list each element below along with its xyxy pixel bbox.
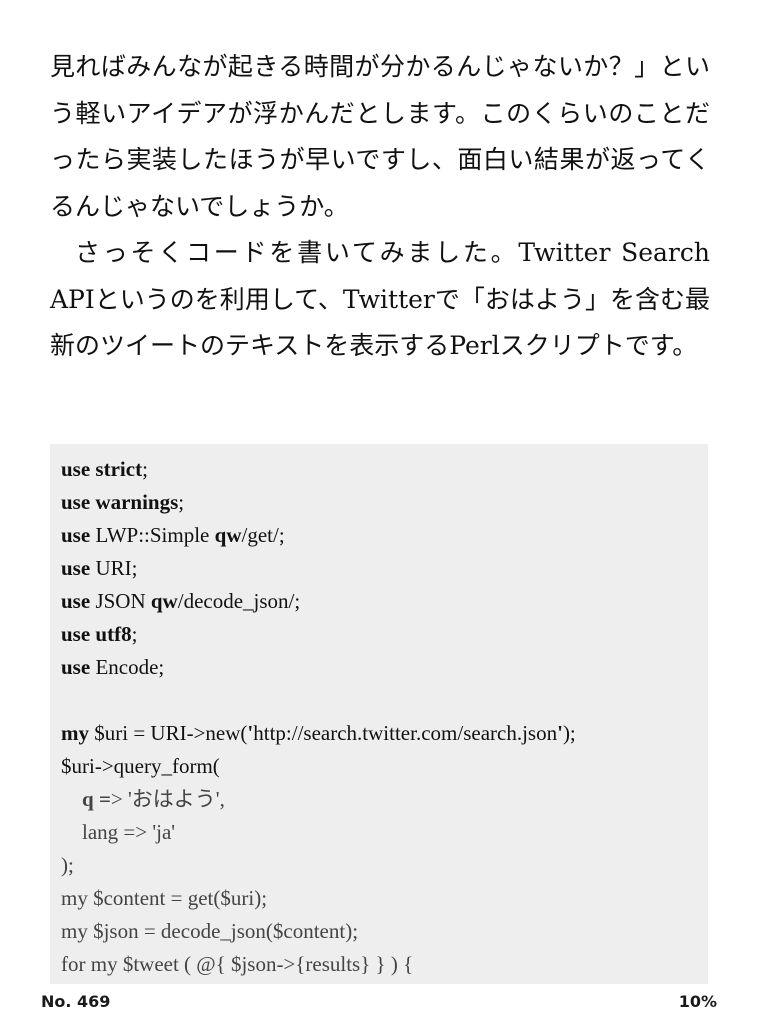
code-text: ); xyxy=(562,721,576,745)
code-text: Encode; xyxy=(90,655,165,679)
code-text: for my $tweet ( @{ $json->{results} } ) … xyxy=(61,952,414,976)
code-line: $uri->query_form( xyxy=(61,750,220,783)
code-line: use utf8; xyxy=(61,618,137,651)
code-text: JSON xyxy=(90,589,151,613)
code-line: use URI; xyxy=(61,552,137,585)
code-line: use LWP::Simple qw/get/; xyxy=(61,519,285,552)
code-line: use JSON qw/decode_json/; xyxy=(61,585,300,618)
code-text: lang => 'ja' xyxy=(61,820,176,844)
code-keyword: = xyxy=(93,787,111,811)
code-keyword: use xyxy=(61,589,91,613)
code-line: ); xyxy=(61,849,74,882)
reading-progress: 10% xyxy=(678,992,717,1011)
code-line: use Encode; xyxy=(61,651,164,684)
code-text: my $json = decode_json($content); xyxy=(61,919,359,943)
code-line: use strict; xyxy=(61,453,148,486)
code-keyword: use utf8 xyxy=(61,622,132,646)
ebook-page[interactable]: 見ればみんなが起きる時間が分かるんじゃないか？」という軽いアイデアが浮かんだとし… xyxy=(0,0,758,1024)
code-keyword: use xyxy=(61,655,91,679)
code-line: q => 'おはよう', xyxy=(61,783,225,816)
code-text: > 'おはよう', xyxy=(110,787,225,811)
code-keyword: q xyxy=(82,787,94,811)
code-text: $uri->query_form( xyxy=(61,754,220,778)
code-line: my $json = decode_json($content); xyxy=(61,915,358,948)
code-keyword: my xyxy=(61,721,89,745)
code-block: use strict; use warnings; use LWP::Simple … xyxy=(50,444,708,984)
paragraph-2: さっそくコードを書いてみました。Twitter Search APIというのを利… xyxy=(50,238,710,360)
code-keyword: use strict xyxy=(61,457,143,481)
code-text: http://search.twitter.com/search.json xyxy=(253,721,558,745)
code-text: $uri = URI->new( xyxy=(89,721,248,745)
code-text: my $content = get($uri); xyxy=(61,886,268,910)
code-text: ; xyxy=(142,457,148,481)
code-keyword: use xyxy=(61,556,91,580)
code-keyword: qw xyxy=(150,589,178,613)
code-text: /decode_json/; xyxy=(177,589,301,613)
code-keyword: use xyxy=(61,523,91,547)
code-line: my $content = get($uri); xyxy=(61,882,267,915)
code-line: for my $tweet ( @{ $json->{results} } ) … xyxy=(61,948,413,981)
paragraph-1: 見ればみんなが起きる時間が分かるんじゃないか？」という軽いアイデアが浮かんだとし… xyxy=(50,52,710,221)
code-text: ; xyxy=(131,622,138,646)
code-line: use warnings; xyxy=(61,486,184,519)
body-text: 見ればみんなが起きる時間が分かるんじゃないか？」という軽いアイデアが浮かんだとし… xyxy=(50,44,710,370)
code-text: URI; xyxy=(90,556,138,580)
code-text: ; xyxy=(178,490,185,514)
code-text: /get/; xyxy=(241,523,285,547)
code-keyword: qw xyxy=(214,523,242,547)
code-line: lang => 'ja' xyxy=(61,816,175,849)
code-line: my $uri = URI->new('http://search.twitte… xyxy=(61,717,576,750)
code-keyword: use warnings xyxy=(61,490,179,514)
location-number: No. 469 xyxy=(41,992,111,1011)
code-text: ); xyxy=(61,853,74,877)
code-text: LWP::Simple xyxy=(90,523,215,547)
